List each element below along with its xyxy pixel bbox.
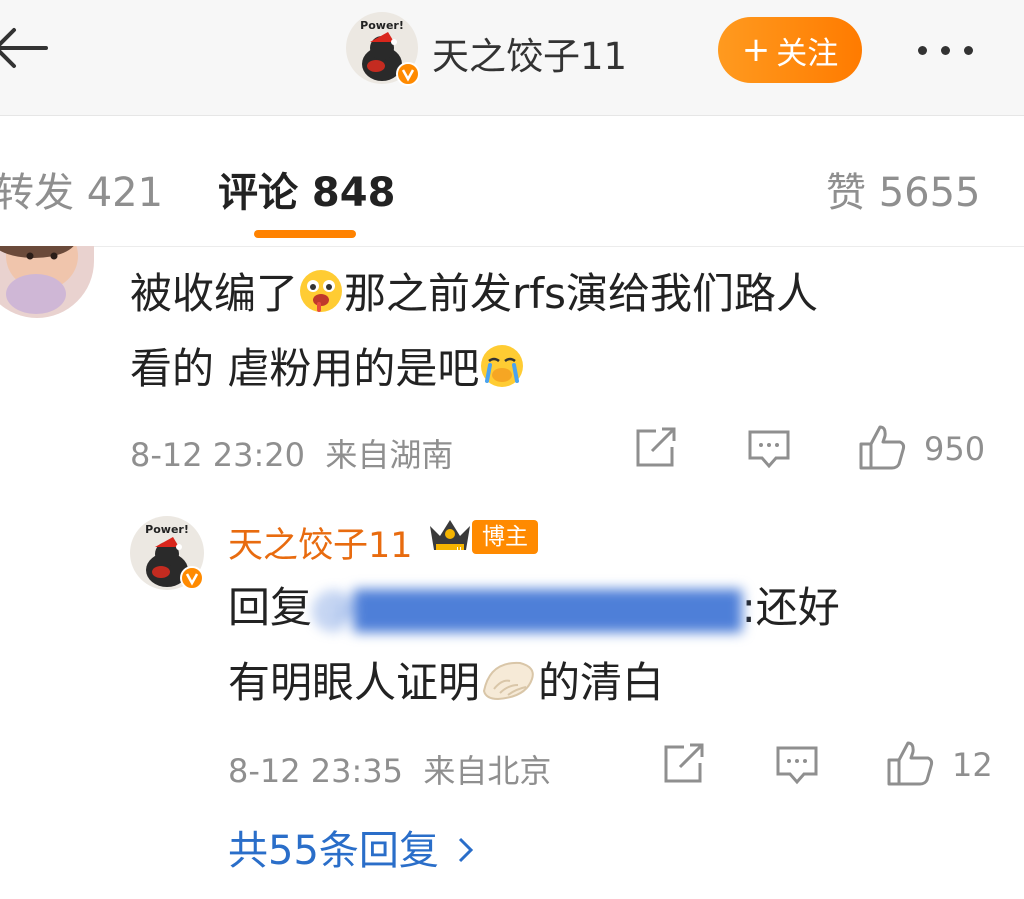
reply-text-line2: 有明眼人证明 的清白 [228, 645, 664, 726]
back-arrow-icon[interactable] [0, 18, 60, 78]
svg-text:II: II [456, 546, 462, 556]
reply-author-avatar[interactable]: Power! [130, 516, 204, 590]
author-name[interactable]: 天之饺子11 [432, 26, 627, 80]
svg-text:Power!: Power! [360, 19, 404, 32]
reply-author-name[interactable]: 天之饺子11 [228, 517, 413, 568]
crying-face-icon [479, 337, 525, 412]
view-more-replies-link[interactable]: 共55条回复 [228, 818, 475, 876]
plus-icon: + [741, 30, 771, 70]
svg-text:Power!: Power! [145, 523, 189, 536]
comment-icon[interactable] [776, 746, 818, 790]
chevron-right-icon [457, 828, 475, 874]
tab-likes[interactable]: 赞 5655 [826, 160, 981, 218]
comment-text-line2: 看的 虐粉用的是吧 [130, 331, 525, 412]
verified-icon [180, 566, 204, 590]
blurred-mention[interactable]: @▇▇▇▇▇▇▇▇▇▇▇▇ [312, 570, 742, 645]
comment-text: 被收编了 那之前发rfs演给我们路人 [130, 256, 818, 337]
reply-like-count: 12 [952, 746, 993, 784]
comment-icon[interactable] [748, 430, 790, 474]
share-icon[interactable] [662, 743, 706, 789]
dumpling-icon [480, 651, 538, 726]
commenter-avatar[interactable] [0, 246, 94, 318]
comment-time: 8-12 23:20 来自湖南 [130, 436, 454, 474]
comment-location: 来自湖南 [325, 436, 454, 474]
reply-location: 来自北京 [423, 752, 552, 790]
verified-icon [396, 62, 420, 86]
active-tab-indicator [254, 230, 356, 238]
tab-reposts[interactable]: 转发 421 [0, 160, 163, 218]
drooling-face-icon [298, 262, 344, 337]
reply-time: 8-12 23:35 来自北京 [228, 752, 552, 790]
like-icon[interactable] [886, 740, 936, 790]
like-icon[interactable] [858, 424, 908, 474]
comment-like-count: 950 [924, 430, 986, 468]
follow-button[interactable]: + 关注 [718, 17, 862, 83]
author-badge: 博主 [472, 520, 538, 554]
tab-comments[interactable]: 评论 848 [218, 160, 395, 218]
more-options-icon[interactable] [918, 40, 998, 60]
share-icon[interactable] [634, 427, 678, 473]
reply-text: 回复@▇▇▇▇▇▇▇▇▇▇▇▇:还好 [228, 570, 840, 645]
author-avatar[interactable]: Power! [346, 12, 420, 86]
divider [0, 246, 1024, 247]
crown-icon: II [426, 514, 474, 560]
